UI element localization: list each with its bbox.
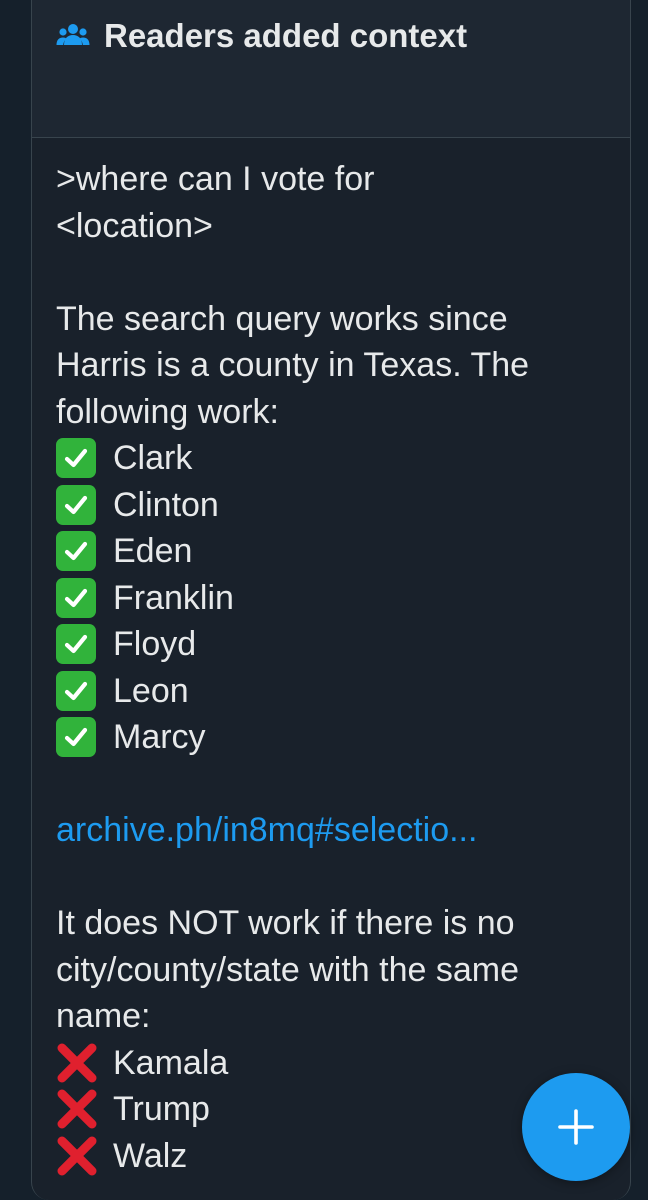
not-working-line: It does NOT work if there is no — [56, 904, 515, 942]
intro-line: >where can I vote for — [56, 160, 375, 198]
check-mark-icon — [56, 624, 96, 665]
failing-list-item: Kamala — [56, 1040, 616, 1087]
page: Readers added context >where can I vote … — [0, 0, 648, 1200]
working-name: Leon — [113, 671, 189, 710]
failing-name: Kamala — [113, 1043, 229, 1082]
working-list-item: Leon — [56, 668, 616, 715]
working-name: Floyd — [113, 625, 197, 663]
cross-mark-icon — [56, 1135, 98, 1177]
working-list-item: Clinton — [56, 482, 616, 529]
source-link[interactable]: archive.ph/in8mq#selectio... — [56, 811, 477, 849]
cross-mark-icon — [56, 1088, 98, 1130]
check-mark-icon — [56, 670, 96, 711]
check-mark-icon — [56, 531, 96, 572]
community-note-card: Readers added context >where can I vote … — [31, 0, 631, 1200]
check-mark-icon — [56, 717, 96, 758]
check-mark-icon — [56, 577, 96, 618]
working-list-item: Eden — [56, 528, 616, 575]
explanation-line: Harris is a county in Texas. The — [56, 346, 530, 384]
plus-icon — [558, 1109, 594, 1145]
note-title: Readers added context — [104, 17, 468, 54]
source-line: archive.ph/in8mq#selectio... — [56, 807, 616, 854]
working-name: Marcy — [113, 718, 206, 756]
intro-line: <location> — [56, 206, 213, 245]
note-body: >where can I vote for <location> The sea… — [56, 156, 616, 1179]
cross-mark-icon — [56, 1042, 98, 1084]
not-working-line: city/county/state with the same — [56, 950, 519, 989]
note-header-row: Readers added context — [56, 16, 467, 56]
working-name: Clinton — [113, 485, 219, 524]
working-list-item: Franklin — [56, 575, 616, 622]
check-mark-icon — [56, 484, 96, 525]
working-list-item: Marcy — [56, 714, 616, 761]
people-icon — [56, 24, 90, 45]
explanation-line: The search query works since — [56, 299, 508, 338]
failing-name: Trump — [113, 1090, 210, 1128]
check-mark-icon — [56, 438, 96, 479]
not-working-line: name: — [56, 997, 151, 1035]
working-name: Franklin — [113, 578, 234, 617]
working-name: Eden — [113, 532, 193, 570]
explanation-line: following work: — [56, 392, 279, 431]
working-list-item: Clark — [56, 435, 616, 482]
compose-button[interactable] — [522, 1073, 630, 1181]
working-name: Clark — [113, 439, 193, 477]
note-header: Readers added context — [32, 0, 630, 138]
failing-name: Walz — [113, 1136, 188, 1175]
working-list-item: Floyd — [56, 621, 616, 668]
